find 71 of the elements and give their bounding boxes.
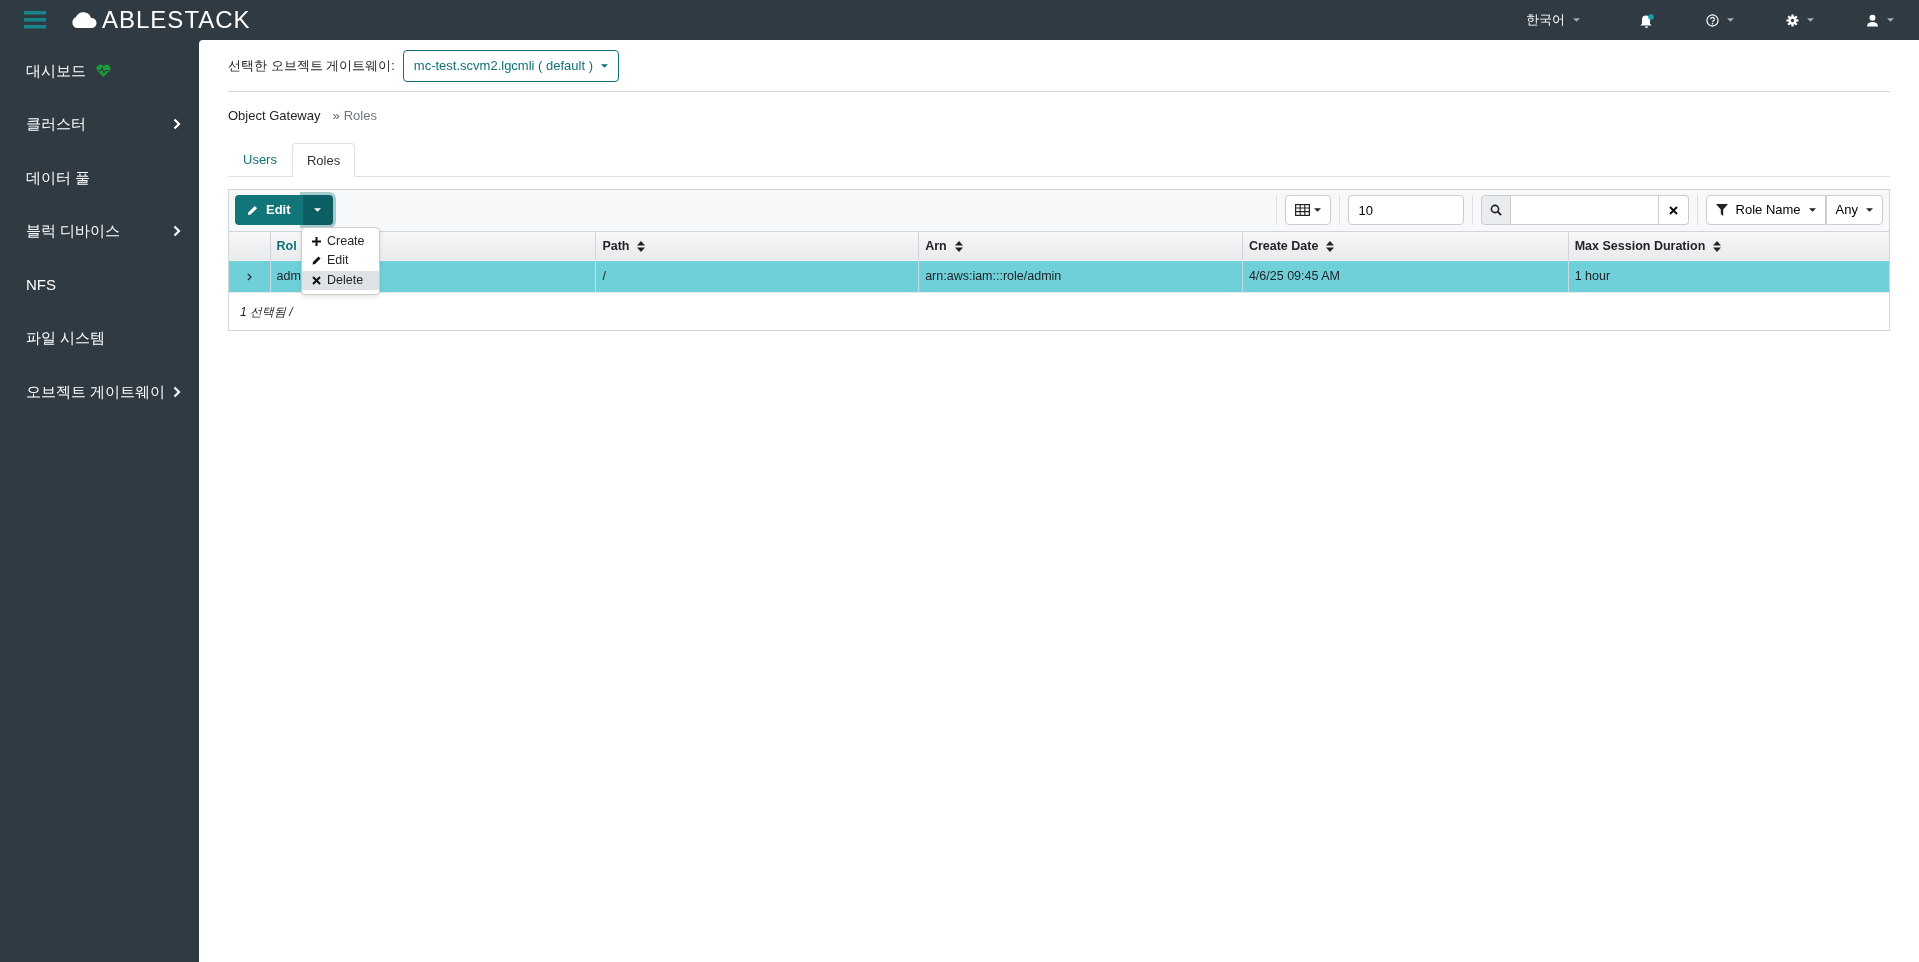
plus-icon (312, 236, 321, 246)
menu-item[interactable]: Edit (302, 251, 379, 271)
sidebar-item[interactable]: 데이터 풀 (0, 151, 199, 205)
chevron-right-icon (173, 385, 181, 398)
filter-column-button[interactable]: Role Name (1705, 195, 1826, 225)
language-menu[interactable]: 한국어 (1525, 9, 1581, 31)
menu-item[interactable]: Create (302, 231, 379, 251)
close-icon (1668, 205, 1678, 215)
column-header[interactable]: Arn (925, 236, 947, 256)
sidebar-item[interactable]: 블럭 디바이스 (0, 204, 199, 258)
sort-icon (954, 240, 963, 252)
breadcrumb-link[interactable]: Object Gateway (228, 105, 321, 125)
cloud-icon (70, 12, 98, 28)
close-icon (312, 275, 321, 285)
breadcrumb-current: Roles (343, 106, 377, 125)
search-icon (1489, 204, 1502, 216)
table-icon (1294, 204, 1310, 216)
table-cell: adm (276, 269, 301, 284)
expand-icon[interactable] (246, 272, 252, 281)
pencil-icon (247, 204, 258, 216)
caret-icon (1313, 208, 1321, 212)
sort-icon (637, 240, 646, 252)
sidebar-item[interactable]: 대시보드 (0, 44, 199, 98)
table-cell: / (602, 269, 606, 284)
chevron-right-icon (173, 225, 181, 238)
caret-icon (1887, 18, 1894, 22)
filter-icon (1715, 204, 1728, 216)
dropdown-toggle-button[interactable] (302, 195, 333, 225)
filter-value-button[interactable]: Any (1825, 195, 1883, 225)
clear-search-button[interactable] (1658, 195, 1689, 225)
column-header[interactable]: Create Date (1248, 236, 1319, 256)
caret-icon (1807, 18, 1814, 22)
search-field[interactable] (1510, 195, 1659, 225)
table-cell: 1 hour (1574, 269, 1611, 284)
sort-icon (1326, 240, 1335, 252)
sidebar-item[interactable]: 파일 시스템 (0, 311, 199, 365)
user-icon (1866, 13, 1879, 27)
caret-icon (1573, 18, 1580, 22)
tab[interactable]: Users (228, 143, 292, 176)
caret-icon (601, 63, 608, 68)
column-header[interactable]: Rol (276, 236, 297, 256)
gateway-dropdown[interactable]: mc-test.scvm2.lgcmli ( default ) (402, 50, 619, 82)
table-cell: 4/6/25 09:45 AM (1248, 269, 1340, 284)
edit-button[interactable]: Edit (235, 195, 303, 225)
sidebar-item[interactable]: NFS (0, 258, 199, 312)
table-cell: arn:aws:iam:::role/admin (925, 269, 1062, 284)
heart-pulse-icon (96, 64, 111, 78)
caret-icon (1727, 18, 1734, 22)
settings-menu[interactable] (1785, 12, 1815, 28)
sidebar-item[interactable]: 오브젝트 게이트웨이 (0, 365, 199, 419)
pencil-icon (312, 256, 321, 266)
gateway-label: 선택한 오브젝트 게이트웨이: (228, 57, 395, 75)
logo-text: ABLESTACK (102, 5, 251, 35)
caret-icon (1808, 208, 1816, 212)
caret-icon (1866, 208, 1873, 212)
sidebar-item[interactable]: 클러스터 (0, 97, 199, 151)
caret-icon (314, 208, 322, 212)
tab[interactable]: Roles (291, 143, 356, 177)
menu-item[interactable]: Delete (302, 270, 379, 290)
menu-icon[interactable] (24, 11, 46, 29)
sort-icon (1713, 240, 1722, 252)
settings-icon (1786, 13, 1799, 27)
columns-button[interactable] (1284, 195, 1331, 225)
column-header[interactable]: Path (602, 236, 630, 256)
help-icon (1706, 13, 1719, 27)
help-menu[interactable] (1705, 12, 1735, 28)
selection-count: 1 선택됨 / (240, 303, 293, 321)
breadcrumb-separator: » (332, 106, 340, 125)
chevron-right-icon (173, 118, 181, 131)
page-size-field[interactable]: 10 (1347, 195, 1464, 225)
user-menu[interactable] (1865, 12, 1895, 28)
